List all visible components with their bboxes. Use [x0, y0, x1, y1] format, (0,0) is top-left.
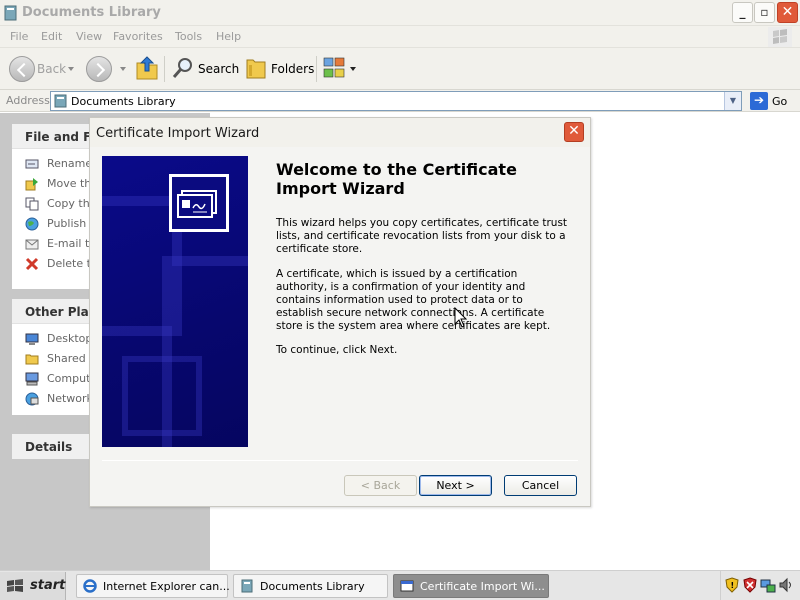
- dialog-separator: [102, 460, 578, 461]
- start-button[interactable]: start: [0, 572, 66, 600]
- menu-edit[interactable]: Edit: [41, 30, 62, 43]
- network-icon: [25, 392, 39, 406]
- forward-dropdown-icon[interactable]: [120, 67, 126, 71]
- folder-up-icon[interactable]: [135, 55, 159, 81]
- task-label: Move thi: [47, 177, 95, 190]
- wizard-heading: Welcome to the Certificate Import Wizard: [276, 160, 517, 198]
- task-label: Rename: [47, 157, 93, 170]
- folders-button-label[interactable]: Folders: [271, 62, 314, 76]
- wizard-intro-text: This wizard helps you copy certificates,…: [276, 217, 568, 255]
- mouse-pointer-icon: [454, 307, 468, 328]
- taskbar-item-label: Documents Library: [260, 580, 365, 593]
- document-icon: [4, 5, 17, 21]
- menu-favorites[interactable]: Favorites: [113, 30, 163, 43]
- banner-decoration: [122, 356, 202, 436]
- email-icon: [25, 239, 39, 250]
- back-arrow-icon[interactable]: [9, 56, 35, 82]
- windows-logo-icon: [7, 579, 23, 592]
- search-icon[interactable]: [172, 57, 194, 79]
- menu-view[interactable]: View: [76, 30, 102, 43]
- windows-flag-icon: [768, 27, 792, 47]
- svg-text:!: !: [731, 581, 735, 590]
- taskbar-item-label: Certificate Import Wi...: [420, 580, 545, 593]
- next-button[interactable]: Next >: [419, 475, 492, 496]
- back-button-label[interactable]: Back: [37, 62, 66, 76]
- folders-icon[interactable]: [245, 56, 267, 80]
- views-dropdown-icon[interactable]: [350, 67, 356, 71]
- certificate-icon: [169, 174, 229, 232]
- security-shield-icon[interactable]: !: [724, 577, 740, 593]
- wizard-banner-image: [102, 156, 248, 447]
- task-label: Copy thi: [47, 197, 93, 210]
- forward-arrow-icon[interactable]: [86, 56, 112, 82]
- go-button-label[interactable]: Go: [772, 95, 787, 108]
- taskbar-item-certificate-wizard[interactable]: Certificate Import Wi...: [393, 574, 549, 598]
- volume-speaker-icon[interactable]: [778, 577, 794, 593]
- network-status-icon[interactable]: [760, 577, 776, 593]
- certificate-import-wizard-dialog: Certificate Import Wizard ✕ Welcome to t…: [89, 117, 591, 507]
- address-label: Address: [6, 94, 50, 107]
- globe-icon: [25, 217, 39, 231]
- menu-tools[interactable]: Tools: [175, 30, 202, 43]
- wizard-continue-text: To continue, click Next.: [276, 344, 398, 356]
- menu-help[interactable]: Help: [216, 30, 241, 43]
- window-title: Documents Library: [22, 5, 161, 20]
- move-icon: [25, 178, 38, 191]
- toolbar-separator: [316, 56, 317, 82]
- taskbar: start Internet Explorer can... Documents…: [0, 570, 800, 600]
- library-icon: [241, 579, 253, 593]
- taskbar-item-internet-explorer[interactable]: Internet Explorer can...: [76, 574, 230, 598]
- taskbar-item-documents-library[interactable]: Documents Library: [233, 574, 388, 598]
- system-tray: !: [720, 571, 800, 600]
- dialog-title: Certificate Import Wizard: [96, 126, 260, 141]
- rename-icon: [25, 159, 39, 169]
- maximize-button[interactable]: ▫: [754, 2, 775, 23]
- go-arrow-icon[interactable]: ➔: [750, 92, 768, 110]
- shared-folder-icon: [25, 354, 39, 365]
- address-input[interactable]: Documents Library ▼: [50, 91, 742, 111]
- window-icon: [400, 580, 414, 592]
- delete-x-icon: [25, 257, 39, 271]
- search-button-label[interactable]: Search: [198, 62, 239, 76]
- desktop-icon: [25, 333, 39, 345]
- copy-icon: [25, 197, 39, 211]
- menu-file[interactable]: File: [10, 30, 28, 43]
- cancel-button[interactable]: Cancel: [504, 475, 577, 496]
- alert-shield-icon[interactable]: [742, 577, 758, 593]
- address-dropdown-icon[interactable]: ▼: [724, 92, 741, 110]
- wizard-description-text: A certificate, which is issued by a cert…: [276, 268, 551, 332]
- task-label: Publish t: [47, 217, 95, 230]
- close-button[interactable]: ✕: [777, 2, 798, 23]
- toolbar-separator: [164, 56, 165, 82]
- dialog-titlebar: Certificate Import Wizard ✕: [90, 118, 590, 147]
- back-button[interactable]: < Back: [344, 475, 417, 496]
- place-label: Network: [47, 392, 93, 405]
- internet-explorer-icon: [83, 579, 97, 593]
- back-dropdown-icon[interactable]: [68, 67, 74, 71]
- library-icon: [54, 94, 67, 108]
- views-icon[interactable]: [323, 57, 347, 79]
- minimize-button[interactable]: _: [732, 2, 753, 23]
- start-label: start: [30, 578, 66, 593]
- toolbar: Back Search Folders: [0, 48, 800, 90]
- explorer-titlebar: Documents Library _ ▫ ✕: [0, 0, 800, 26]
- computer-icon: [25, 372, 39, 386]
- place-label: Desktop: [47, 332, 93, 345]
- address-bar: Address Documents Library ▼ ➔ Go: [0, 90, 800, 112]
- taskbar-item-label: Internet Explorer can...: [103, 580, 230, 593]
- menu-bar: File Edit View Favorites Tools Help: [0, 26, 800, 48]
- address-value: Documents Library: [71, 95, 176, 108]
- dialog-close-button[interactable]: ✕: [564, 122, 584, 142]
